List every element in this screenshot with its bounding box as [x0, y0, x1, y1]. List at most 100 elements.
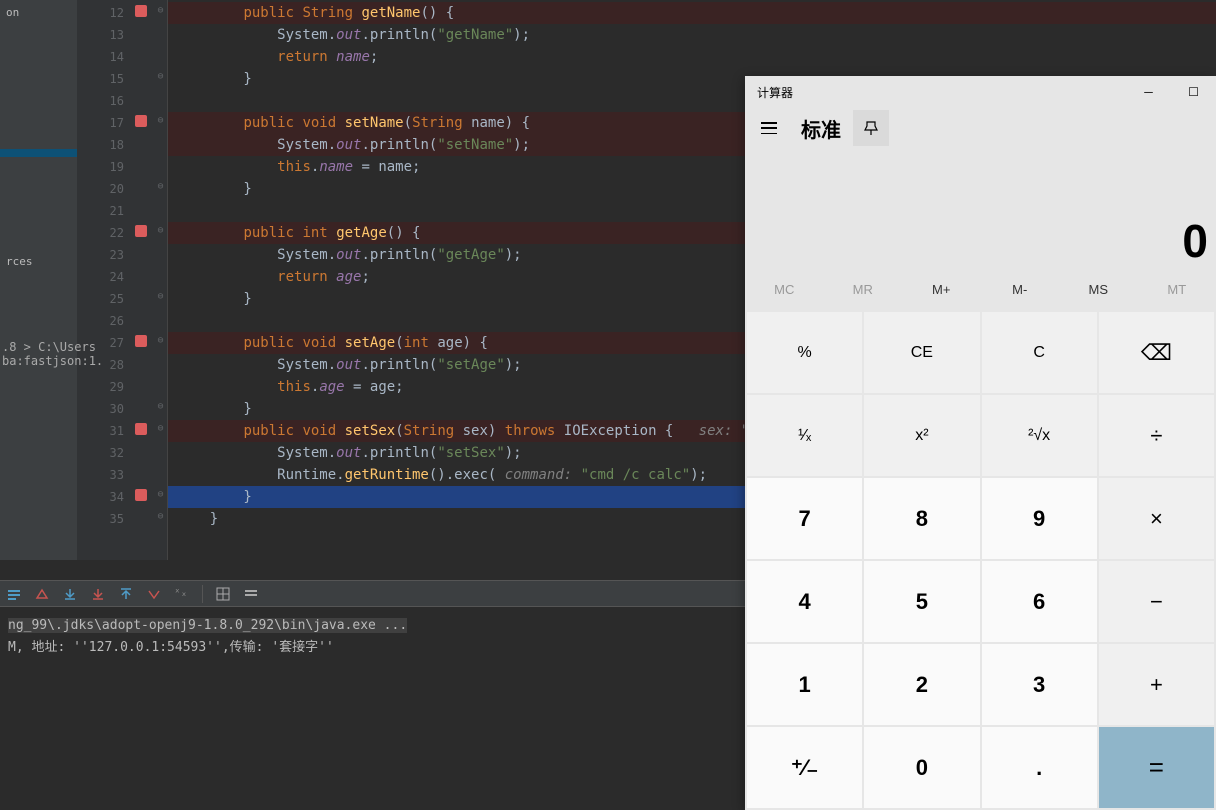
mem-mt[interactable]: MT — [1138, 268, 1216, 310]
calc-key-7[interactable]: 7 — [747, 478, 862, 559]
gutter-cell[interactable] — [132, 308, 154, 330]
gutter-cell[interactable] — [132, 242, 154, 264]
tool-icon[interactable] — [6, 586, 22, 602]
calc-key-+[interactable]: + — [1099, 644, 1214, 725]
mem-mc[interactable]: MC — [745, 268, 824, 310]
breakpoint-icon[interactable] — [132, 330, 154, 352]
gutter-cell[interactable] — [132, 440, 154, 462]
fold-marker[interactable]: ⊖ — [154, 66, 167, 88]
breakpoint-icon[interactable] — [132, 220, 154, 242]
tool-icon[interactable]: ˣₓ — [174, 586, 190, 602]
calc-key-÷[interactable]: ÷ — [1099, 395, 1214, 476]
fold-marker[interactable]: ⊖ — [154, 220, 167, 242]
fold-gutter[interactable]: ⊖⊖⊖⊖⊖⊖⊖⊖⊖⊖⊖ — [154, 0, 168, 560]
fold-marker[interactable] — [154, 462, 167, 484]
gutter-cell[interactable] — [132, 264, 154, 286]
calc-key-%[interactable]: % — [747, 312, 862, 393]
gutter-cell[interactable] — [132, 506, 154, 528]
maximize-button[interactable]: ☐ — [1171, 76, 1216, 108]
download-icon[interactable] — [62, 586, 78, 602]
calc-key-8[interactable]: 8 — [864, 478, 979, 559]
sidebar-item[interactable]: on — [0, 2, 77, 23]
gutter-cell[interactable] — [132, 44, 154, 66]
gutter-cell[interactable] — [132, 66, 154, 88]
calculator-titlebar[interactable]: 计算器 ─ ☐ — [745, 76, 1216, 108]
gutter-cell[interactable] — [132, 462, 154, 484]
fold-marker[interactable]: ⊖ — [154, 396, 167, 418]
calc-key-2[interactable]: 2 — [864, 644, 979, 725]
upload-icon[interactable] — [118, 586, 134, 602]
calc-key-−[interactable]: − — [1099, 561, 1214, 642]
fold-marker[interactable]: ⊖ — [154, 176, 167, 198]
calc-key-x²[interactable]: x² — [864, 395, 979, 476]
fold-marker[interactable] — [154, 374, 167, 396]
calc-key-⁺⁄₋[interactable]: ⁺⁄₋ — [747, 727, 862, 808]
calc-key-0[interactable]: 0 — [864, 727, 979, 808]
calc-key-×[interactable]: × — [1099, 478, 1214, 559]
fold-marker[interactable]: ⊖ — [154, 110, 167, 132]
calc-key-C[interactable]: C — [982, 312, 1097, 393]
fold-marker[interactable]: ⊖ — [154, 330, 167, 352]
fold-marker[interactable]: ⊖ — [154, 286, 167, 308]
gutter-cell[interactable] — [132, 154, 154, 176]
breakpoint-gutter[interactable] — [132, 0, 154, 560]
sidebar-item[interactable]: rces — [0, 251, 77, 272]
breakpoint-icon[interactable] — [132, 418, 154, 440]
minimize-button[interactable]: ─ — [1126, 76, 1171, 108]
gutter-cell[interactable] — [132, 374, 154, 396]
mem-ms[interactable]: MS — [1059, 268, 1138, 310]
calc-key-²√x[interactable]: ²√x — [982, 395, 1097, 476]
gutter-cell[interactable] — [132, 286, 154, 308]
fold-marker[interactable] — [154, 198, 167, 220]
fold-marker[interactable]: ⊖ — [154, 506, 167, 528]
fold-marker[interactable]: ⊖ — [154, 0, 167, 22]
calc-key-4[interactable]: 4 — [747, 561, 862, 642]
code-line[interactable]: System.out.println("getName"); — [168, 24, 1216, 46]
fold-marker[interactable] — [154, 88, 167, 110]
calc-key-6[interactable]: 6 — [982, 561, 1097, 642]
gutter-cell[interactable] — [132, 22, 154, 44]
fold-marker[interactable]: ⊖ — [154, 484, 167, 506]
fold-marker[interactable] — [154, 352, 167, 374]
tool-icon[interactable] — [146, 586, 162, 602]
calc-key-.[interactable]: . — [982, 727, 1097, 808]
gutter-cell[interactable] — [132, 396, 154, 418]
calc-key-⌫[interactable]: ⌫ — [1099, 312, 1214, 393]
code-line[interactable]: return name; — [168, 46, 1216, 68]
breakpoint-icon[interactable] — [132, 110, 154, 132]
grid-icon[interactable] — [215, 586, 231, 602]
sidebar-item[interactable] — [0, 149, 77, 157]
fold-marker[interactable] — [154, 154, 167, 176]
fold-marker[interactable] — [154, 308, 167, 330]
gutter-cell[interactable] — [132, 176, 154, 198]
download-icon[interactable] — [90, 586, 106, 602]
fold-marker[interactable] — [154, 440, 167, 462]
calc-key-1[interactable]: 1 — [747, 644, 862, 725]
calc-key-=[interactable]: = — [1099, 727, 1214, 808]
pin-button[interactable] — [853, 110, 889, 146]
fold-marker[interactable] — [154, 44, 167, 66]
gutter-cell[interactable] — [132, 88, 154, 110]
project-sidebar[interactable]: on rces — [0, 0, 77, 560]
mem-mminus[interactable]: M- — [981, 268, 1060, 310]
gutter-cell[interactable] — [132, 198, 154, 220]
fold-marker[interactable] — [154, 264, 167, 286]
calc-key-5[interactable]: 5 — [864, 561, 979, 642]
calc-key-¹⁄ₓ[interactable]: ¹⁄ₓ — [747, 395, 862, 476]
mem-mr[interactable]: MR — [824, 268, 903, 310]
calc-key-3[interactable]: 3 — [982, 644, 1097, 725]
code-line[interactable]: public String getName() { — [168, 2, 1216, 24]
calc-key-CE[interactable]: CE — [864, 312, 979, 393]
breakpoint-icon[interactable] — [132, 484, 154, 506]
breakpoint-icon[interactable] — [132, 0, 154, 22]
fold-marker[interactable] — [154, 132, 167, 154]
calc-key-9[interactable]: 9 — [982, 478, 1097, 559]
settings-icon[interactable] — [243, 586, 259, 602]
gutter-cell[interactable] — [132, 352, 154, 374]
mem-mplus[interactable]: M+ — [902, 268, 981, 310]
tool-icon[interactable] — [34, 586, 50, 602]
gutter-cell[interactable] — [132, 132, 154, 154]
menu-button[interactable] — [749, 108, 789, 148]
fold-marker[interactable] — [154, 242, 167, 264]
fold-marker[interactable] — [154, 22, 167, 44]
